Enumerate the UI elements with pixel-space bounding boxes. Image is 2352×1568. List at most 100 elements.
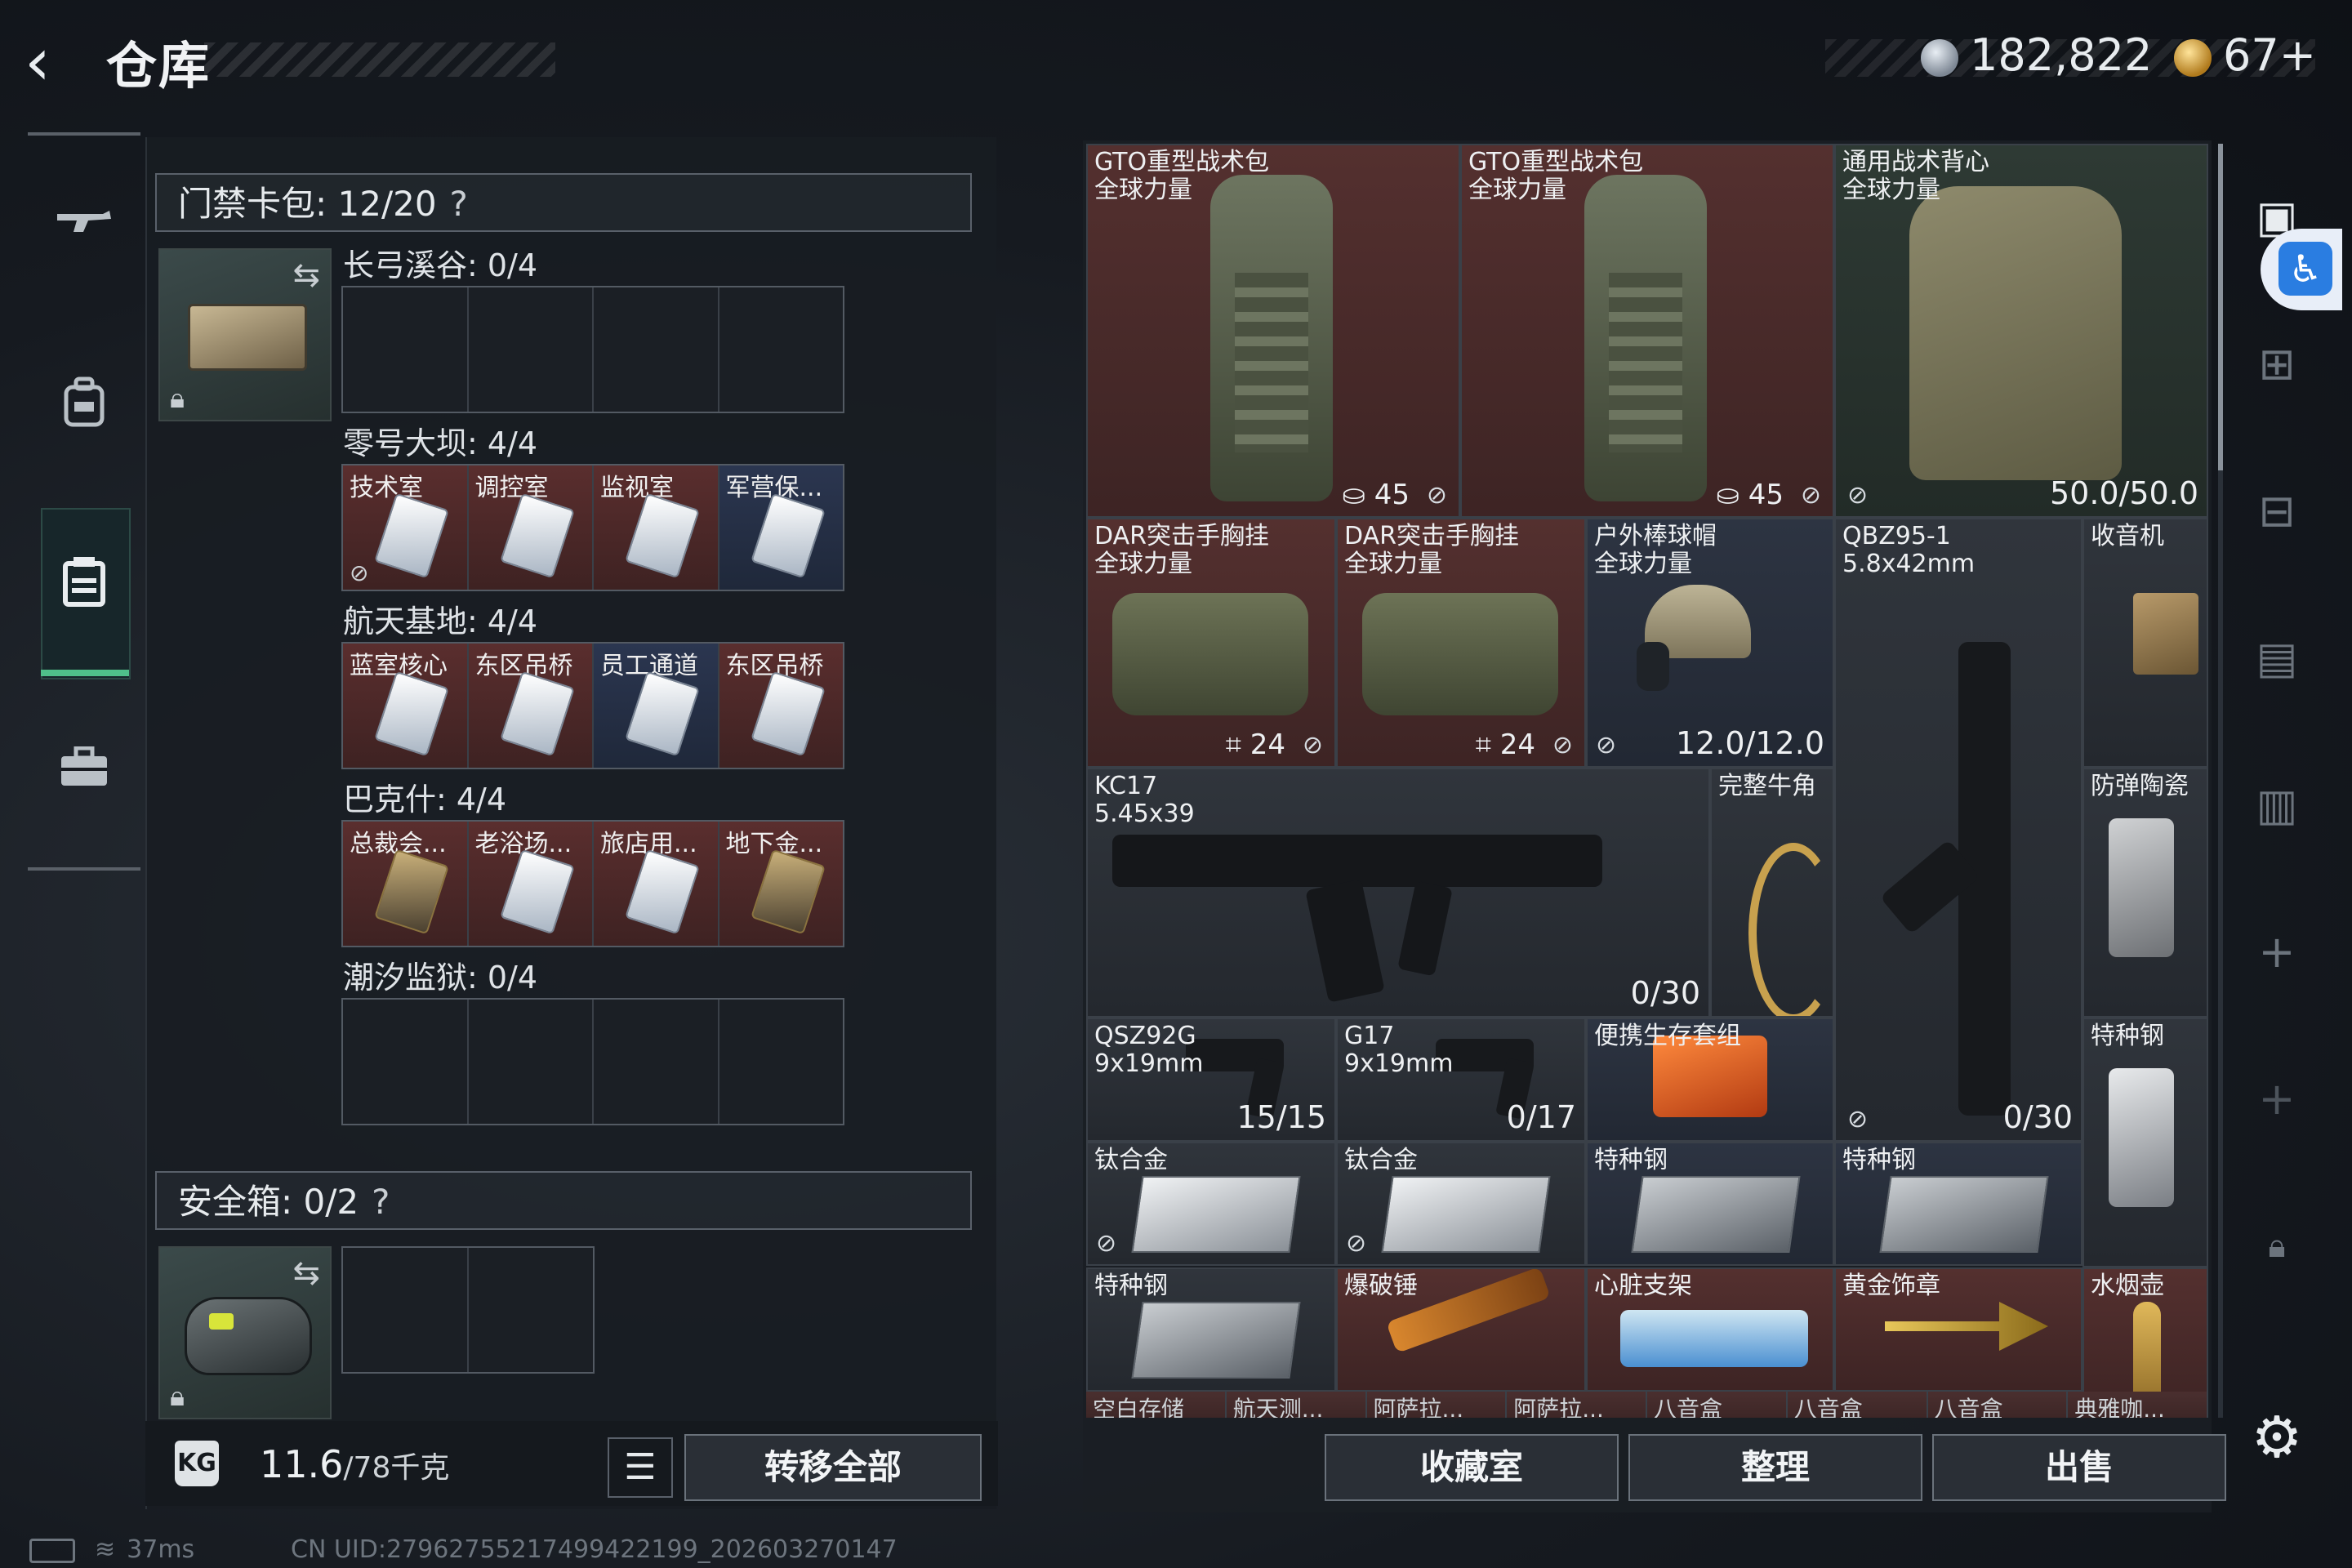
keycard-slot[interactable]: 地下金... xyxy=(719,822,843,946)
keycard-slot[interactable]: 东区吊桥 xyxy=(468,644,594,768)
inventory-item[interactable]: 完整牛角 xyxy=(1710,768,1834,1018)
storage-tab-2-icon[interactable]: ▤ xyxy=(2239,621,2314,696)
keycard-slot[interactable] xyxy=(343,287,469,412)
inventory-item[interactable]: DAR突击手胸挂 全球力量 ⌗ 24 ⊘ xyxy=(1336,518,1586,768)
inventory-item[interactable]: 收音机 xyxy=(2082,518,2208,768)
sell-button[interactable]: 出售 xyxy=(1932,1434,2226,1501)
grip-image xyxy=(1397,880,1453,977)
item-name[interactable]: 阿萨拉... xyxy=(1507,1392,1647,1418)
item-name[interactable]: 阿萨拉... xyxy=(1366,1392,1508,1418)
keycard-grid: 技术室 ⊘ 调控室 监视室 军营保... xyxy=(341,464,844,591)
gun-icon[interactable] xyxy=(49,196,119,266)
keycard-slot[interactable]: 旅店用... xyxy=(594,822,719,946)
safe-box-title: 安全箱: 0/2 xyxy=(178,1182,359,1222)
storage-tab-4-icon[interactable]: ⊞ xyxy=(2239,327,2314,402)
no-bind-icon: ⊘ xyxy=(1096,1229,1117,1258)
keycard-pack-slot[interactable]: ⇆ 🔒︎ xyxy=(158,248,332,421)
keycard-slot[interactable] xyxy=(469,287,594,412)
keycard-grid: 总裁会... 老浴场... 旅店用... 地下金... xyxy=(341,820,844,947)
storage-tab-1-icon[interactable]: ▥ xyxy=(2239,768,2314,843)
horn-image xyxy=(1748,843,1833,1016)
item-name: DAR突击手胸挂 全球力量 xyxy=(1344,522,1519,578)
briefcase-icon[interactable] xyxy=(49,735,119,805)
inventory-item[interactable]: G17 9x19mm 0/17 xyxy=(1336,1018,1586,1142)
keycard-slot[interactable]: 军营保... xyxy=(719,466,843,590)
keycard-slot[interactable] xyxy=(719,287,844,412)
item-name[interactable]: 八音盒 xyxy=(1647,1392,1788,1418)
keycard-grid: 蓝室核心 东区吊桥 员工通道 东区吊桥 xyxy=(341,642,844,769)
keycard-slot[interactable]: 监视室 xyxy=(594,466,719,590)
safe-box-cell[interactable] xyxy=(469,1248,593,1372)
item-name[interactable]: 八音盒 xyxy=(1787,1392,1928,1418)
inventory-item[interactable]: QSZ92G 9x19mm 15/15 xyxy=(1086,1018,1336,1142)
add-storage-icon[interactable]: + xyxy=(2239,1062,2314,1137)
item-durability: 50.0/50.0 xyxy=(2049,475,2198,511)
swap-icon[interactable]: ⇆ xyxy=(292,256,320,294)
inventory-item[interactable]: 心脏支架 xyxy=(1586,1267,1834,1392)
inventory-item[interactable]: DAR突击手胸挂 全球力量 ⌗ 24 ⊘ xyxy=(1086,518,1336,768)
keycard-slot[interactable] xyxy=(469,1000,594,1124)
gear-icon[interactable]: ⚙ xyxy=(2244,1405,2310,1470)
keycard-slot[interactable]: 员工通道 xyxy=(594,644,719,768)
steel-image xyxy=(1631,1176,1801,1253)
item-name[interactable]: 空白存储 xyxy=(1086,1392,1227,1418)
collection-room-button[interactable]: 收藏室 xyxy=(1325,1434,1619,1501)
keycard-slot[interactable]: 总裁会... xyxy=(343,822,469,946)
item-name: 特种钢 xyxy=(1842,1146,1916,1174)
scrollbar-thumb[interactable] xyxy=(2218,144,2223,470)
inventory-item[interactable]: 爆破锤 xyxy=(1336,1267,1586,1392)
item-name[interactable]: 八音盒 xyxy=(1927,1392,2069,1418)
help-icon[interactable]: ? xyxy=(450,184,468,224)
storage-tab-3-icon[interactable]: ⊟ xyxy=(2239,474,2314,549)
inventory-item[interactable]: KC17 5.45x39 0/30 xyxy=(1086,768,1710,1018)
keycard-slot[interactable]: 东区吊桥 xyxy=(719,644,843,768)
swap-icon[interactable]: ⇆ xyxy=(292,1254,320,1292)
backpack-image xyxy=(1210,175,1333,501)
inventory-item[interactable]: 钛合金 ⊘ xyxy=(1336,1142,1586,1266)
sort-button[interactable]: 整理 xyxy=(1628,1434,1922,1501)
inventory-item[interactable]: 特种钢 xyxy=(1586,1142,1834,1266)
inventory-item[interactable]: 特种钢 xyxy=(2082,1018,2208,1267)
steel-image xyxy=(1879,1176,2049,1253)
inventory-item[interactable]: 黄金饰章 xyxy=(1834,1267,2082,1392)
weight-value: 11.6 xyxy=(260,1442,344,1486)
inventory-item[interactable]: 防弹陶瓷 xyxy=(2082,768,2208,1018)
item-name: 水烟壶 xyxy=(2091,1272,2164,1300)
keycard-slot[interactable]: 蓝室核心 xyxy=(343,644,469,768)
inventory-item[interactable]: 特种钢 xyxy=(1086,1267,1336,1392)
storage-box-icon[interactable] xyxy=(49,555,119,626)
backpack-icon[interactable] xyxy=(49,376,119,446)
no-bind-icon: ⊘ xyxy=(1847,1105,1869,1134)
list-view-button[interactable]: ☰ xyxy=(608,1437,673,1498)
inventory-item[interactable]: QBZ95-1 5.8x42mm ⊘ 0/30 xyxy=(1834,518,2082,1142)
keycard-slot[interactable]: 老浴场... xyxy=(468,822,594,946)
inventory-item[interactable]: 通用战术背心 全球力量 ⊘ 50.0/50.0 xyxy=(1834,144,2208,518)
accessibility-icon[interactable]: ♿︎ xyxy=(2278,242,2332,296)
keycard-slot[interactable]: 调控室 xyxy=(468,466,594,590)
item-name[interactable]: 典雅咖... xyxy=(2068,1392,2208,1418)
keycard-slot[interactable] xyxy=(594,1000,719,1124)
coupon-amount[interactable]: 67+ xyxy=(2223,29,2316,81)
inventory-item[interactable]: 钛合金 ⊘ xyxy=(1086,1142,1336,1266)
help-icon[interactable]: ? xyxy=(372,1182,390,1222)
no-bind-icon: ⊘ xyxy=(1596,731,1617,760)
item-name[interactable]: 航天测... xyxy=(1226,1392,1367,1418)
titanium-image xyxy=(1131,1176,1301,1253)
transfer-all-button[interactable]: 转移全部 xyxy=(684,1434,982,1501)
inventory-item[interactable]: 户外棒球帽 全球力量 ⊘ 12.0/12.0 xyxy=(1586,518,1834,768)
no-bind-icon: ⊘ xyxy=(1800,481,1821,510)
keycard-slot[interactable] xyxy=(343,1000,469,1124)
item-name: 特种钢 xyxy=(2091,1022,2164,1050)
safe-box-slot[interactable]: ⇆ 🔒︎ xyxy=(158,1246,332,1419)
add-storage-icon[interactable]: + xyxy=(2239,915,2314,990)
keycard-slot[interactable] xyxy=(594,287,719,412)
inventory-item[interactable]: 特种钢 xyxy=(1834,1142,2082,1266)
inventory-item[interactable]: 便携生存套组 xyxy=(1586,1018,1834,1142)
keycard-slot[interactable]: 技术室 ⊘ xyxy=(343,466,469,590)
battery-icon xyxy=(29,1538,75,1563)
inventory-item[interactable]: GTO重型战术包 全球力量 ⛀ 45 ⊘ xyxy=(1460,144,1834,518)
keycard-slot[interactable] xyxy=(719,1000,844,1124)
back-arrow-icon[interactable]: ‹ xyxy=(24,29,90,95)
safe-box-cell[interactable] xyxy=(343,1248,469,1372)
inventory-item[interactable]: GTO重型战术包 全球力量 ⛀ 45 ⊘ xyxy=(1086,144,1460,518)
